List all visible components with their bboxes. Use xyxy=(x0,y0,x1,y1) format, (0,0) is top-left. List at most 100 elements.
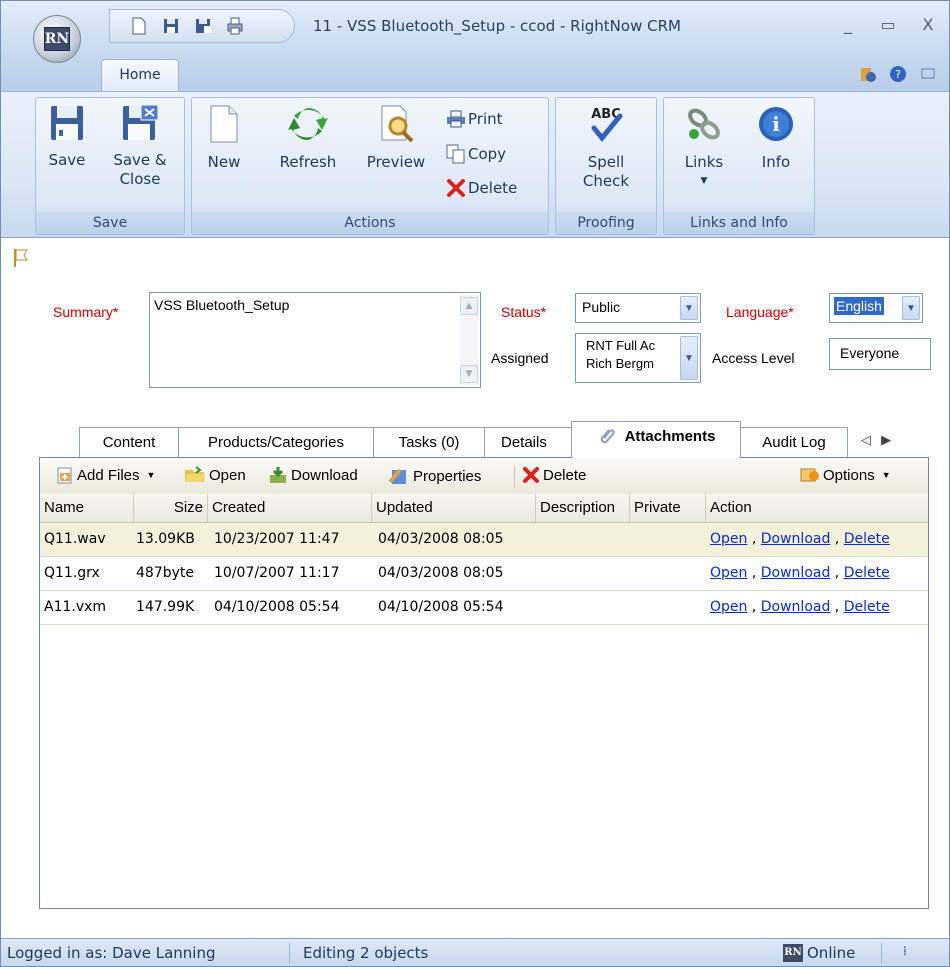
cell-name: Q11.wav xyxy=(44,531,106,547)
open-link[interactable]: Open xyxy=(710,565,747,581)
ribbon-group-save: Save Save & Close Save xyxy=(35,97,185,235)
save-close-icon[interactable] xyxy=(194,17,212,35)
add-files-button[interactable]: Add Files ▼ xyxy=(56,466,155,484)
column-header-created[interactable]: Created xyxy=(208,494,372,522)
save-button-label: Save xyxy=(48,151,86,169)
delete-label: Delete xyxy=(468,179,518,197)
scroll-down-icon[interactable]: ▼ xyxy=(460,365,478,383)
save-close-button[interactable]: Save & Close xyxy=(102,104,178,189)
chevron-down-icon[interactable]: ▼ xyxy=(902,296,920,320)
attachments-toolbar: Add Files ▼ Open Download Properties Del… xyxy=(40,458,928,495)
tab-products-categories[interactable]: Products/Categories xyxy=(178,427,374,457)
column-header-size[interactable]: Size xyxy=(134,494,208,522)
new-document-icon[interactable] xyxy=(130,17,148,35)
save-close-icon xyxy=(123,104,159,140)
delete-link[interactable]: Delete xyxy=(844,599,890,615)
tab-attachments[interactable]: Attachments xyxy=(571,421,741,458)
new-button[interactable]: New xyxy=(198,104,250,172)
ribbon-group-proofing: ABC Spell Check Proofing xyxy=(555,97,657,235)
title-bar: RN 11 - VSS Bluetooth_Setup - ccod - Rig… xyxy=(1,1,949,63)
delete-button[interactable]: Delete xyxy=(446,178,517,198)
tab-scroll-right-icon[interactable]: ▶ xyxy=(881,433,891,448)
chevron-down-icon[interactable]: ▼ xyxy=(680,336,698,380)
tab-details-label: Details xyxy=(501,434,547,451)
copy-button[interactable]: Copy xyxy=(446,144,506,164)
preview-button[interactable]: Preview xyxy=(358,104,434,172)
cell-updated: 04/03/2008 08:05 xyxy=(378,565,504,581)
print-button[interactable]: Print xyxy=(446,110,503,128)
close-icon[interactable]: X xyxy=(917,15,939,34)
tab-home[interactable]: Home xyxy=(101,59,179,92)
tab-tasks[interactable]: Tasks (0) xyxy=(373,427,485,457)
links-button[interactable]: Links ▼ xyxy=(674,104,734,191)
options-button[interactable]: Options ▼ xyxy=(800,466,891,484)
help-topic-icon[interactable] xyxy=(859,65,877,83)
tab-details[interactable]: Details xyxy=(484,427,574,457)
info-icon: i xyxy=(759,107,793,141)
minimize-icon[interactable]: _ xyxy=(837,15,859,34)
table-row[interactable]: Q11.grx 487byte 10/07/2007 11:17 04/03/2… xyxy=(40,557,928,591)
table-row[interactable]: A11.vxm 147.99K 04/10/2008 05:54 04/10/2… xyxy=(40,591,928,625)
column-header-name[interactable]: Name xyxy=(40,494,134,522)
spell-check-label-2: Check xyxy=(582,172,630,190)
save-icon[interactable] xyxy=(162,17,180,35)
column-header-action[interactable]: Action xyxy=(706,494,928,522)
toolbar-delete-label: Delete xyxy=(543,466,587,484)
language-select[interactable]: English ▼ xyxy=(829,293,923,323)
open-button[interactable]: Open xyxy=(184,466,246,484)
links-dropdown-icon: ▼ xyxy=(700,176,708,186)
summary-field[interactable]: VSS Bluetooth_Setup ▲ ▼ xyxy=(149,292,481,388)
tab-content[interactable]: Content xyxy=(79,427,179,457)
grip-icon[interactable]: ⁞ xyxy=(903,944,907,958)
add-file-icon xyxy=(57,467,72,484)
restore-ribbon-icon[interactable] xyxy=(919,65,937,83)
properties-button[interactable]: Properties xyxy=(388,466,481,486)
assigned-list[interactable]: RNT Full Ac Rich Bergm ▼ xyxy=(575,333,701,383)
scroll-up-icon[interactable]: ▲ xyxy=(460,297,478,315)
tab-scroll-left-icon[interactable]: ◁ xyxy=(861,433,871,448)
refresh-button[interactable]: Refresh xyxy=(270,104,346,172)
delete-link[interactable]: Delete xyxy=(844,565,890,581)
tab-audit-log[interactable]: Audit Log xyxy=(740,427,848,457)
help-icon[interactable]: ? xyxy=(889,65,907,83)
delete-link[interactable]: Delete xyxy=(844,531,890,547)
open-link[interactable]: Open xyxy=(710,531,747,547)
app-window: RN 11 - VSS Bluetooth_Setup - ccod - Rig… xyxy=(0,0,950,967)
open-link[interactable]: Open xyxy=(710,599,747,615)
toolbar-delete-button[interactable]: Delete xyxy=(522,466,586,484)
editing-text: Editing 2 objects xyxy=(303,944,429,962)
save-button[interactable]: Save xyxy=(42,104,92,170)
download-link[interactable]: Download xyxy=(761,531,831,547)
chevron-down-icon[interactable]: ▼ xyxy=(680,296,698,320)
cell-created: 04/10/2008 05:54 xyxy=(214,599,340,615)
summary-scrollbar[interactable]: ▲ ▼ xyxy=(460,295,478,385)
tab-content-label: Content xyxy=(102,434,156,451)
column-header-private[interactable]: Private xyxy=(630,494,706,522)
print-icon[interactable] xyxy=(226,17,244,35)
maximize-icon[interactable]: ▭ xyxy=(877,15,899,34)
access-level-field[interactable]: Everyone xyxy=(829,338,931,370)
download-link[interactable]: Download xyxy=(761,565,831,581)
info-button[interactable]: i Info xyxy=(746,104,806,172)
add-files-dropdown-icon: ▼ xyxy=(146,470,156,480)
summary-value: VSS Bluetooth_Setup xyxy=(154,297,290,313)
links-icon xyxy=(688,108,720,140)
online-label: Online xyxy=(807,944,856,962)
column-header-updated[interactable]: Updated xyxy=(372,494,536,522)
status-select[interactable]: Public ▼ xyxy=(575,293,701,323)
application-menu-button[interactable]: RN xyxy=(33,15,81,63)
column-header-description[interactable]: Description xyxy=(536,494,630,522)
online-status[interactable]: RN Online xyxy=(783,944,855,962)
download-button[interactable]: Download xyxy=(268,466,358,484)
table-row[interactable]: Q11.wav 13.09KB 10/23/2007 11:47 04/03/2… xyxy=(40,523,928,557)
properties-label: Properties xyxy=(413,467,482,485)
language-label: Language* xyxy=(726,304,794,320)
rightnow-logo: RN xyxy=(44,27,70,51)
svg-text:?: ? xyxy=(895,68,901,81)
flag-icon[interactable] xyxy=(13,248,29,268)
cell-size: 487byte xyxy=(136,565,194,581)
cell-size: 13.09KB xyxy=(136,531,195,547)
download-link[interactable]: Download xyxy=(761,599,831,615)
spell-check-button[interactable]: ABC Spell Check xyxy=(566,104,646,191)
new-document-icon xyxy=(210,105,238,143)
